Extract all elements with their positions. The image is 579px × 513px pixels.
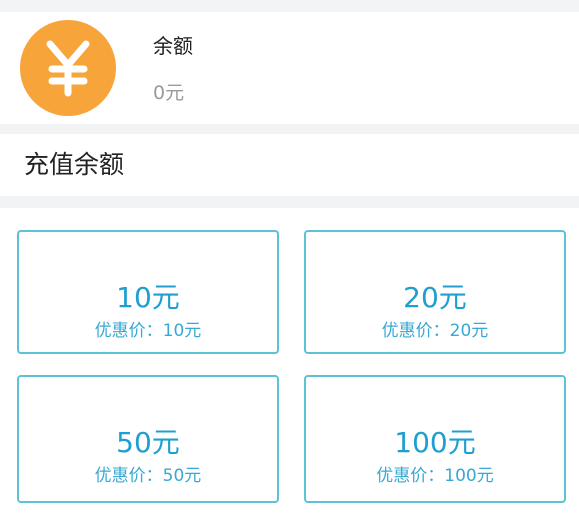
section-divider (0, 124, 579, 134)
top-spacer (0, 0, 579, 12)
balance-card: 余额 0元 (0, 12, 579, 124)
option-amount: 10元 (116, 281, 180, 314)
option-price: 优惠价：50元 (94, 466, 202, 486)
option-price: 优惠价：20元 (381, 321, 489, 341)
recharge-options-grid: 10元 优惠价：10元 20元 优惠价：20元 50元 优惠价：50元 100元… (0, 208, 579, 513)
section-title: 充值余额 (24, 150, 125, 179)
balance-value: 0元 (153, 82, 185, 104)
recharge-option-100[interactable]: 100元 优惠价：100元 (304, 375, 566, 503)
option-amount: 50元 (116, 426, 180, 459)
recharge-header: 充值余额 (0, 134, 579, 196)
option-price: 优惠价：100元 (376, 466, 494, 486)
recharge-option-50[interactable]: 50元 优惠价：50元 (17, 375, 279, 503)
section-divider (0, 196, 579, 208)
option-amount: 20元 (403, 281, 467, 314)
balance-label: 余额 (153, 34, 193, 58)
option-amount: 100元 (394, 426, 476, 459)
recharge-option-10[interactable]: 10元 优惠价：10元 (17, 230, 279, 354)
recharge-option-20[interactable]: 20元 优惠价：20元 (304, 230, 566, 354)
option-price: 优惠价：10元 (94, 321, 202, 341)
yen-coin-icon (20, 20, 116, 116)
